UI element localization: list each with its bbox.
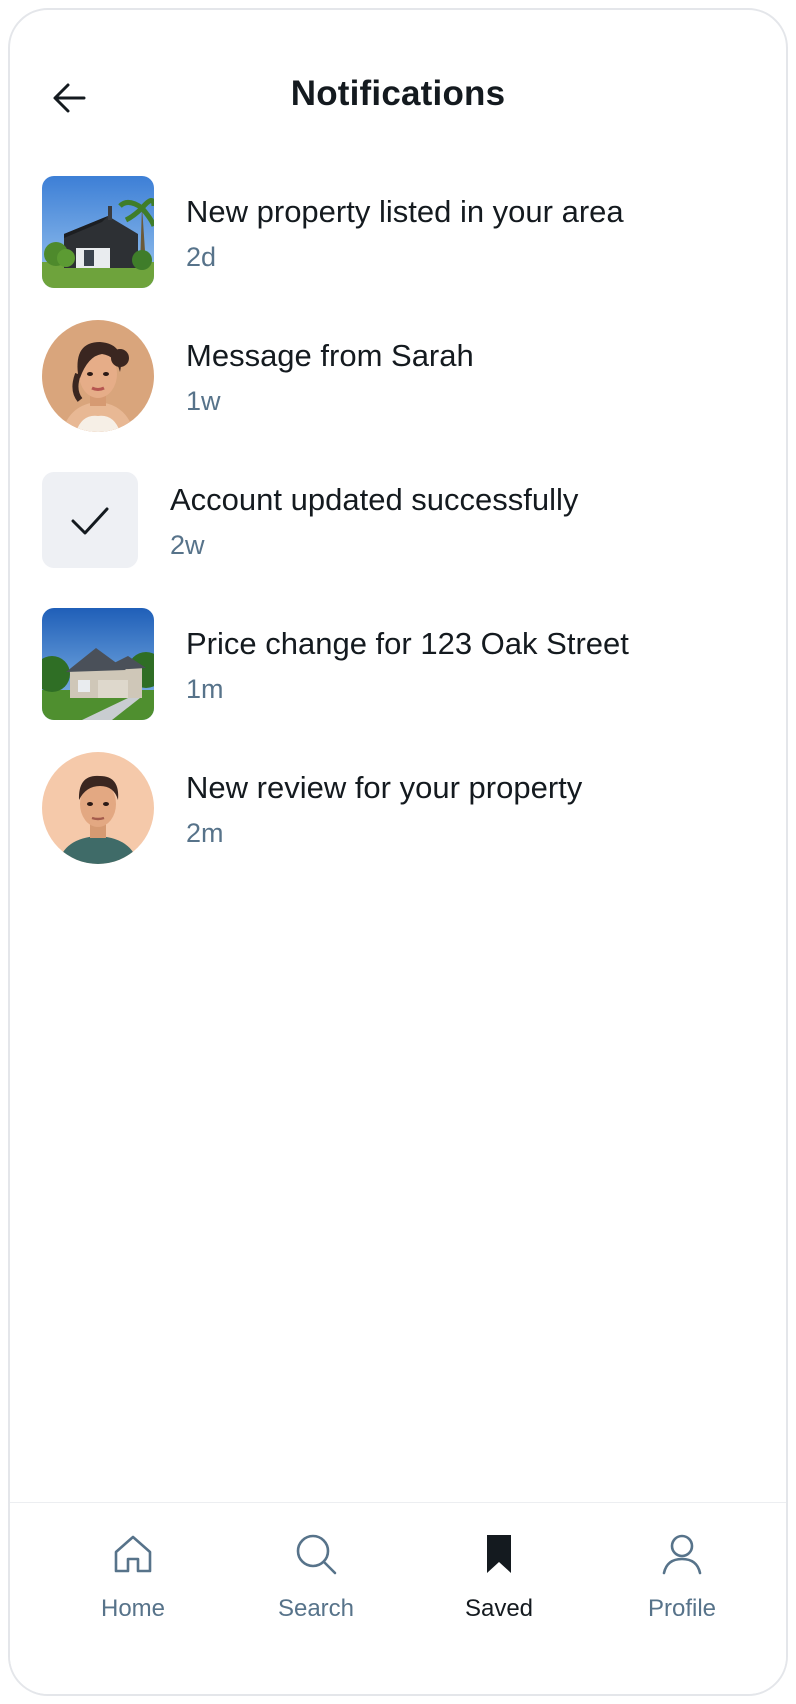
notification-title: Account updated successfully — [170, 482, 579, 517]
nav-item-profile[interactable]: Profile — [607, 1523, 757, 1653]
nav-label: Profile — [647, 1595, 717, 1622]
bookmark-icon — [487, 1535, 511, 1573]
check-tile — [42, 472, 138, 568]
header: Notifications — [10, 10, 786, 182]
house-photo-thumbnail — [42, 176, 154, 288]
nav-item-home[interactable]: Home — [58, 1523, 208, 1653]
notification-time: 2d — [186, 242, 217, 272]
notification-item[interactable]: New property listed in your area 2d — [10, 168, 786, 298]
nav-item-search[interactable]: Search — [241, 1523, 391, 1653]
notification-title: Price change for 123 Oak Street — [186, 626, 629, 661]
notification-time: 2m — [186, 818, 224, 848]
notification-title: New review for your property — [186, 770, 583, 805]
user-icon — [662, 1534, 702, 1575]
nav-label: Saved — [464, 1595, 534, 1622]
bottom-nav: Home Search Saved Profile — [10, 1502, 786, 1694]
notification-title: New property listed in your area — [186, 194, 624, 229]
notification-item[interactable]: Account updated successfully 2w — [10, 456, 786, 586]
avatar — [42, 752, 154, 864]
notification-title: Message from Sarah — [186, 338, 474, 373]
notification-item[interactable]: Price change for 123 Oak Street 1m — [10, 600, 786, 730]
app-frame: Notifications New property listed in you… — [8, 8, 788, 1696]
house-photo-thumbnail — [42, 608, 154, 720]
check-icon — [71, 507, 109, 535]
notification-time: 2w — [170, 530, 205, 560]
page-title: Notifications — [290, 74, 506, 113]
search-icon — [296, 1534, 337, 1575]
nav-label: Home — [100, 1595, 166, 1622]
nav-item-saved[interactable]: Saved — [424, 1523, 574, 1653]
notification-time: 1w — [186, 386, 221, 416]
home-icon — [114, 1535, 152, 1573]
avatar — [42, 320, 154, 432]
nav-label: Search — [277, 1595, 355, 1622]
notification-item[interactable]: New review for your property 2m — [10, 744, 786, 874]
notification-item[interactable]: Message from Sarah 1w — [10, 312, 786, 442]
notification-time: 1m — [186, 674, 224, 704]
